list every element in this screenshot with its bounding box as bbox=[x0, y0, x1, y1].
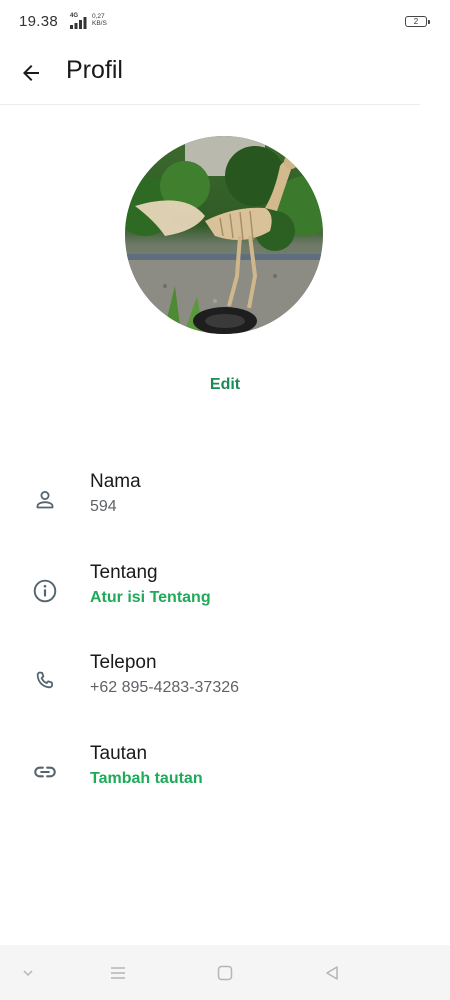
row-name[interactable]: Nama 594 bbox=[0, 471, 450, 541]
about-label: Tentang bbox=[90, 562, 158, 583]
menu-icon bbox=[111, 967, 125, 979]
back-button[interactable] bbox=[14, 56, 48, 90]
link-icon bbox=[30, 757, 60, 787]
edit-photo-button[interactable]: Edit bbox=[175, 376, 275, 394]
speed-value: 0,27 bbox=[92, 13, 105, 20]
info-icon bbox=[30, 576, 60, 606]
row-about[interactable]: Tentang Atur isi Tentang bbox=[0, 562, 450, 632]
arrow-left-icon bbox=[23, 65, 39, 81]
link-label: Tautan bbox=[90, 743, 148, 764]
name-value: 594 bbox=[90, 498, 117, 515]
row-link[interactable]: Tautan Tambah tautan bbox=[0, 743, 450, 813]
link-value[interactable]: Tambah tautan bbox=[90, 770, 203, 788]
row-phone[interactable]: Telepon +62 895-4283-37326 bbox=[0, 652, 450, 722]
nav-home-button[interactable] bbox=[213, 961, 237, 985]
page-title: Profil bbox=[66, 56, 123, 84]
profile-photo-image bbox=[125, 136, 323, 334]
phone-label: Telepon bbox=[90, 652, 157, 673]
profile-photo[interactable] bbox=[125, 136, 323, 334]
status-time: 19.38 bbox=[19, 13, 59, 30]
phone-value: +62 895-4283-37326 bbox=[90, 679, 240, 696]
nav-menu-button[interactable] bbox=[106, 961, 130, 985]
app-header: Profil bbox=[0, 44, 420, 105]
speed-unit: KB/S bbox=[92, 20, 107, 27]
home-square-icon bbox=[217, 965, 233, 981]
signal-icon bbox=[70, 17, 87, 29]
nav-collapse-button[interactable] bbox=[16, 961, 40, 985]
chevron-down-icon bbox=[23, 970, 33, 977]
nav-back-button[interactable] bbox=[320, 961, 344, 985]
person-icon bbox=[30, 485, 60, 515]
about-value[interactable]: Atur isi Tentang bbox=[90, 589, 211, 607]
back-triangle-icon bbox=[326, 966, 338, 980]
phone-icon bbox=[30, 666, 60, 696]
system-nav-bar bbox=[0, 945, 450, 1000]
network-speed: 0,27 KB/S bbox=[92, 13, 107, 27]
name-label: Nama bbox=[90, 471, 141, 492]
status-bar: 19.38 4G 0,27 KB/S 2 bbox=[0, 0, 450, 44]
battery-icon: 2 bbox=[405, 16, 430, 27]
